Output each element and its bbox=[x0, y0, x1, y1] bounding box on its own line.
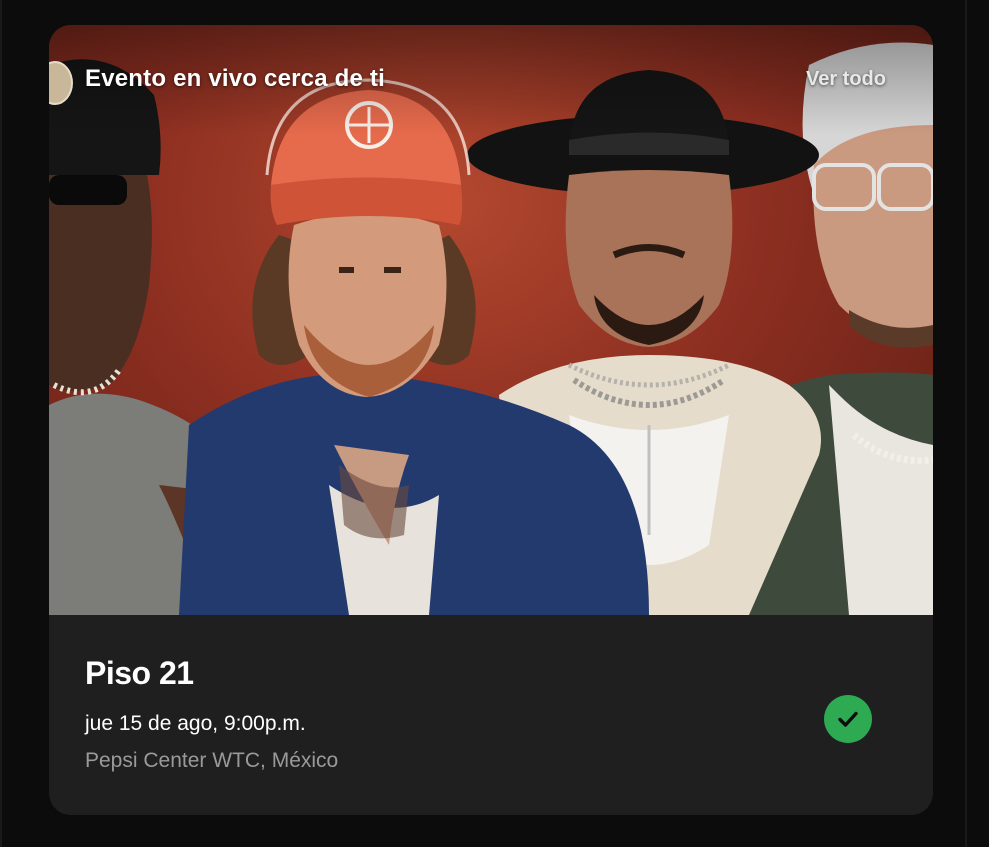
live-event-card[interactable]: Evento en vivo cerca de ti Ver todo Piso… bbox=[49, 25, 933, 815]
section-title: Evento en vivo cerca de ti bbox=[85, 65, 385, 92]
artist-photo[interactable]: Evento en vivo cerca de ti Ver todo bbox=[49, 25, 933, 615]
right-divider bbox=[965, 0, 967, 847]
artist-name[interactable]: Piso 21 bbox=[85, 655, 194, 692]
see-all-link[interactable]: Ver todo bbox=[806, 68, 886, 91]
left-divider bbox=[0, 0, 2, 847]
checkmark-icon bbox=[838, 711, 858, 727]
check-circle-icon[interactable] bbox=[824, 695, 872, 743]
screen: Evento en vivo cerca de ti Ver todo Piso… bbox=[0, 0, 989, 847]
event-datetime: jue 15 de ago, 9:00p.m. bbox=[85, 712, 306, 735]
event-info: Piso 21 jue 15 de ago, 9:00p.m. Pepsi Ce… bbox=[49, 615, 933, 815]
event-venue: Pepsi Center WTC, México bbox=[85, 749, 339, 772]
